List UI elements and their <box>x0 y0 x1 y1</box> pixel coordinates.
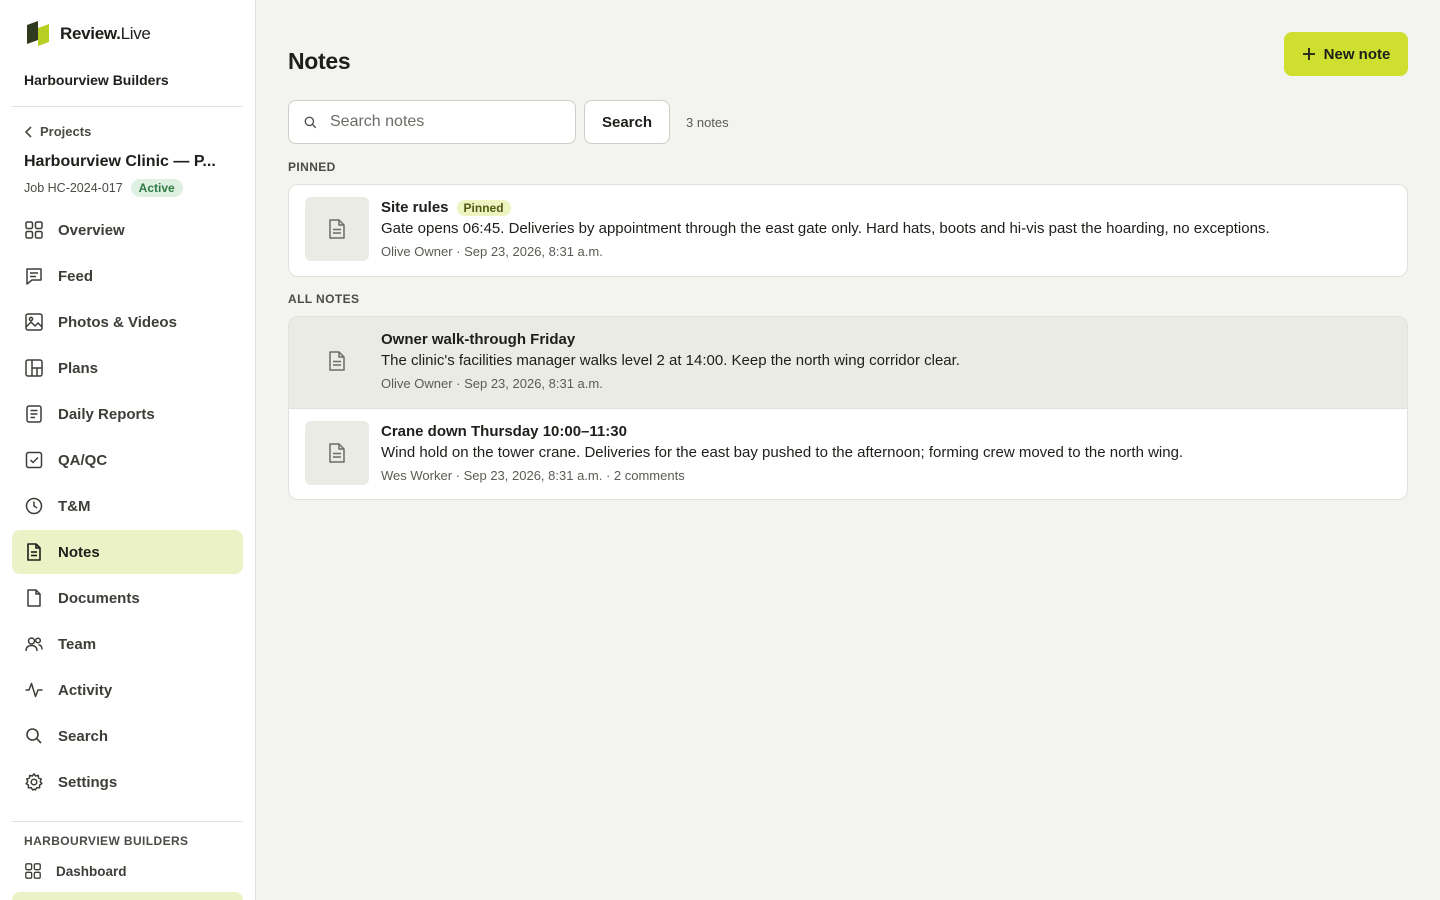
document-icon <box>329 219 345 239</box>
sidebar-item-team[interactable]: Team <box>12 622 243 666</box>
sidebar-item-label: Dashboard <box>56 863 127 879</box>
new-note-button[interactable]: New note <box>1284 32 1408 76</box>
note-text: Wind hold on the tower crane. Deliveries… <box>381 444 1184 461</box>
note-meta: Olive Owner · Sep 23, 2026, 8:31 a.m. <box>381 244 603 259</box>
note-thumbnail <box>305 329 369 393</box>
note-title-line: Owner walk-through Friday <box>381 331 960 348</box>
sidebar-item-label: Daily Reports <box>58 405 155 423</box>
image-icon <box>25 313 43 331</box>
note-body: Crane down Thursday 10:00–11:30 Wind hol… <box>381 421 1183 483</box>
checkbox-icon <box>25 451 43 469</box>
sidebar-divider <box>12 821 243 822</box>
file-icon <box>27 589 41 607</box>
sidebar-item-activity[interactable]: Activity <box>12 668 243 712</box>
search-icon <box>26 728 42 744</box>
sidebar-item-qa-qc[interactable]: QA/QC <box>12 438 243 482</box>
pinned-label: PINNED <box>288 160 336 174</box>
note-body: Site rules Pinned Gate opens 06:45. Deli… <box>381 197 1270 259</box>
sidebar-item-notes[interactable]: Notes <box>12 530 243 574</box>
note-thumbnail <box>305 421 369 485</box>
sidebar-item-daily-reports[interactable]: Daily Reports <box>12 392 243 436</box>
search-icon <box>304 116 317 128</box>
brand-name: Review.Live <box>60 24 151 43</box>
main-content: Notes New note Search 3 notes PINNED Sit… <box>288 0 1408 900</box>
search-input[interactable] <box>330 113 550 131</box>
sidebar-item-label: QA/QC <box>58 451 108 469</box>
note-row[interactable]: Site rules Pinned Gate opens 06:45. Deli… <box>289 185 1407 276</box>
job-number: Job HC-2024-017 <box>24 181 123 195</box>
sidebar-item-label: Notes <box>58 543 100 561</box>
sidebar-item-settings[interactable]: Settings <box>12 760 243 804</box>
plus-icon <box>1302 48 1315 60</box>
note-thumbnail <box>305 197 369 261</box>
logo-icon <box>27 21 49 46</box>
document-icon <box>329 351 345 371</box>
back-link-label: Projects <box>40 124 92 139</box>
note-text: Gate opens 06:45. Deliveries by appointm… <box>381 220 1270 237</box>
sidebar-item-feed[interactable]: Feed <box>12 254 243 298</box>
note-title: Crane down Thursday 10:00–11:30 <box>381 423 627 440</box>
sidebar-item-label: Documents <box>58 589 140 607</box>
sidebar-item-overview[interactable]: Overview <box>12 208 243 252</box>
note-text: The clinic's facilities manager walks le… <box>381 352 960 369</box>
sidebar-item-plans[interactable]: Plans <box>12 346 243 390</box>
all-notes-card: Owner walk-through Friday The clinic's f… <box>288 316 1408 500</box>
note-title: Owner walk-through Friday <box>381 331 576 348</box>
note-title: Site rules <box>381 199 449 216</box>
sidebar-item-dashboard[interactable]: Dashboard <box>24 862 127 880</box>
new-note-label: New note <box>1323 45 1391 63</box>
project-nav: Overview Feed Photos & Videos Plans Dail… <box>12 208 243 806</box>
search-field[interactable] <box>288 100 576 144</box>
note-count: 3 notes <box>686 115 729 130</box>
sidebar-item-label: Activity <box>58 681 113 699</box>
projects-back-link[interactable]: Projects <box>24 124 91 139</box>
org-section-label: HARBOURVIEW BUILDERS <box>24 834 189 848</box>
note-row[interactable]: Owner walk-through Friday The clinic's f… <box>289 317 1407 408</box>
pinned-notes-card: Site rules Pinned Gate opens 06:45. Deli… <box>288 184 1408 277</box>
grid-icon <box>25 221 43 239</box>
search-button[interactable]: Search <box>584 100 670 144</box>
sidebar-item-label: Team <box>58 635 97 653</box>
note-meta: Wes Worker · Sep 23, 2026, 8:31 a.m. · 2… <box>381 468 685 483</box>
note-row[interactable]: Crane down Thursday 10:00–11:30 Wind hol… <box>289 408 1407 499</box>
project-meta: Job HC-2024-017 Active <box>24 179 183 197</box>
note-icon <box>27 543 41 561</box>
clock-icon <box>25 497 43 515</box>
sidebar-item-photos-videos[interactable]: Photos & Videos <box>12 300 243 344</box>
page-title: Notes <box>288 48 351 74</box>
sidebar-item-label: Search <box>58 727 109 745</box>
activity-icon <box>25 682 43 698</box>
status-badge: Active <box>130 179 183 197</box>
note-title-line: Site rules Pinned <box>381 199 1270 216</box>
sidebar-item-label: Settings <box>58 773 118 791</box>
sidebar-item-label: Plans <box>58 359 99 377</box>
chat-icon <box>26 268 42 285</box>
sidebar-item-label: Feed <box>58 267 94 285</box>
sidebar-item-label: Overview <box>58 221 125 239</box>
brand-logo[interactable]: Review.Live <box>24 20 151 48</box>
sidebar-item-partial[interactable] <box>12 892 243 900</box>
all-notes-label: ALL NOTES <box>288 292 360 306</box>
report-icon <box>26 405 42 423</box>
note-body: Owner walk-through Friday The clinic's f… <box>381 329 960 391</box>
users-icon <box>25 637 43 652</box>
pinned-badge: Pinned <box>456 199 511 216</box>
sidebar-item-label: Photos & Videos <box>58 313 177 331</box>
sidebar-item-t-and-m[interactable]: T&M <box>12 484 243 528</box>
plans-icon <box>25 359 43 377</box>
chevron-left-icon <box>24 125 32 138</box>
project-name: Harbourview Clinic — P... <box>24 153 216 170</box>
gear-icon <box>25 773 43 791</box>
sidebar-divider <box>12 106 243 107</box>
note-title-line: Crane down Thursday 10:00–11:30 <box>381 423 1183 440</box>
sidebar-item-search[interactable]: Search <box>12 714 243 758</box>
sidebar-item-documents[interactable]: Documents <box>12 576 243 620</box>
grid-icon <box>25 863 41 879</box>
org-name: Harbourview Builders <box>24 72 169 88</box>
document-icon <box>329 443 345 463</box>
sidebar: Review.Live Harbourview Builders Project… <box>0 0 256 900</box>
sidebar-item-label: T&M <box>58 497 91 515</box>
note-meta: Olive Owner · Sep 23, 2026, 8:31 a.m. <box>381 376 603 391</box>
